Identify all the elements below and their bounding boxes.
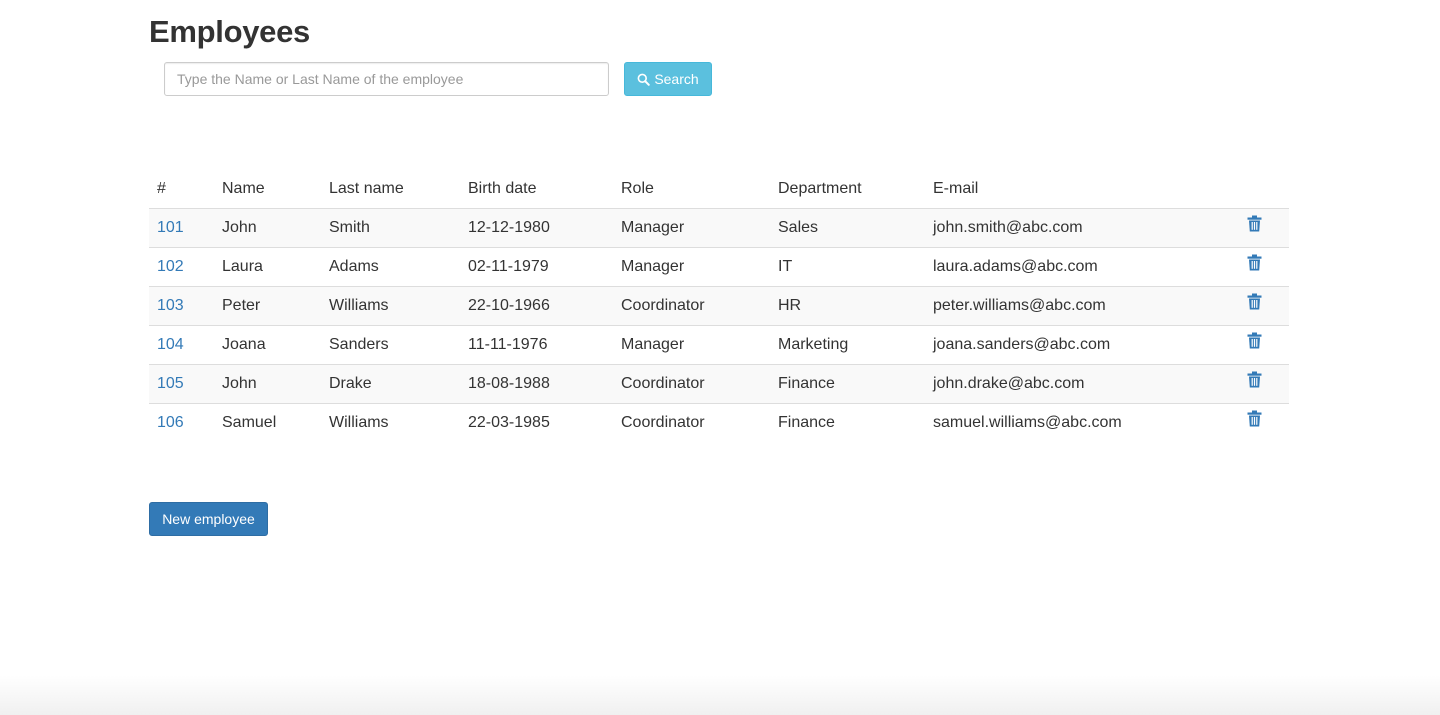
column-header-actions [1239, 170, 1289, 209]
page-title: Employees [149, 14, 310, 49]
search-icon [637, 73, 651, 86]
employee-email: john.smith@abc.com [925, 208, 1239, 248]
employee-role: Manager [613, 325, 770, 365]
employee-birth-date: 11-11-1976 [460, 325, 613, 365]
window-bottom-shadow [0, 675, 1440, 715]
employee-email: john.drake@abc.com [925, 364, 1239, 404]
employee-id-link[interactable]: 104 [157, 336, 184, 353]
employee-name: John [214, 208, 321, 248]
employee-department: Finance [770, 364, 925, 404]
employee-email: laura.adams@abc.com [925, 247, 1239, 287]
employees-table: # Name Last name Birth date Role Departm… [149, 170, 1289, 442]
column-header-id: # [149, 170, 214, 209]
employee-last-name: Drake [321, 364, 460, 404]
employee-name: Laura [214, 247, 321, 287]
trash-icon[interactable] [1247, 254, 1262, 276]
column-header-email: E-mail [925, 170, 1239, 209]
table-header-row: # Name Last name Birth date Role Departm… [149, 170, 1289, 209]
employee-last-name: Williams [321, 286, 460, 326]
table-row: 103 Peter Williams 22-10-1966 Coordinato… [149, 286, 1289, 326]
employee-role: Coordinator [613, 403, 770, 442]
column-header-name: Name [214, 170, 321, 209]
employees-page: Employees Search # Name Last name Birth … [0, 0, 1440, 715]
table-row: 105 John Drake 18-08-1988 Coordinator Fi… [149, 364, 1289, 404]
search-input[interactable] [164, 62, 609, 96]
employee-department: HR [770, 286, 925, 326]
column-header-last-name: Last name [321, 170, 460, 209]
employee-id-link[interactable]: 105 [157, 375, 184, 392]
employee-id-link[interactable]: 101 [157, 219, 184, 236]
column-header-role: Role [613, 170, 770, 209]
employee-birth-date: 22-03-1985 [460, 403, 613, 442]
employee-birth-date: 18-08-1988 [460, 364, 613, 404]
table-row: 104 Joana Sanders 11-11-1976 Manager Mar… [149, 325, 1289, 365]
employee-last-name: Adams [321, 247, 460, 287]
employee-id-link[interactable]: 106 [157, 414, 184, 431]
table-row: 102 Laura Adams 02-11-1979 Manager IT la… [149, 247, 1289, 287]
employee-department: Marketing [770, 325, 925, 365]
employee-last-name: Sanders [321, 325, 460, 365]
employee-email: peter.williams@abc.com [925, 286, 1239, 326]
trash-icon[interactable] [1247, 371, 1262, 393]
employee-id-link[interactable]: 103 [157, 297, 184, 314]
employee-name: John [214, 364, 321, 404]
search-button[interactable]: Search [624, 62, 712, 96]
trash-icon[interactable] [1247, 410, 1262, 432]
employee-role: Coordinator [613, 364, 770, 404]
employee-role: Coordinator [613, 286, 770, 326]
table-row: 106 Samuel Williams 22-03-1985 Coordinat… [149, 403, 1289, 442]
employee-role: Manager [613, 247, 770, 287]
employee-birth-date: 02-11-1979 [460, 247, 613, 287]
employee-email: samuel.williams@abc.com [925, 403, 1239, 442]
trash-icon[interactable] [1247, 215, 1262, 237]
employee-department: Sales [770, 208, 925, 248]
table-body: 101 John Smith 12-12-1980 Manager Sales … [149, 208, 1289, 442]
search-button-label: Search [654, 71, 699, 87]
employee-id-link[interactable]: 102 [157, 258, 184, 275]
employee-birth-date: 12-12-1980 [460, 208, 613, 248]
table-row: 101 John Smith 12-12-1980 Manager Sales … [149, 208, 1289, 248]
column-header-department: Department [770, 170, 925, 209]
trash-icon[interactable] [1247, 293, 1262, 315]
employee-name: Joana [214, 325, 321, 365]
new-employee-button[interactable]: New employee [149, 502, 268, 536]
trash-icon[interactable] [1247, 332, 1262, 354]
employee-department: IT [770, 247, 925, 287]
employee-last-name: Williams [321, 403, 460, 442]
employee-last-name: Smith [321, 208, 460, 248]
column-header-birth-date: Birth date [460, 170, 613, 209]
employee-role: Manager [613, 208, 770, 248]
employee-name: Peter [214, 286, 321, 326]
employee-department: Finance [770, 403, 925, 442]
employee-email: joana.sanders@abc.com [925, 325, 1239, 365]
employee-birth-date: 22-10-1966 [460, 286, 613, 326]
employee-name: Samuel [214, 403, 321, 442]
